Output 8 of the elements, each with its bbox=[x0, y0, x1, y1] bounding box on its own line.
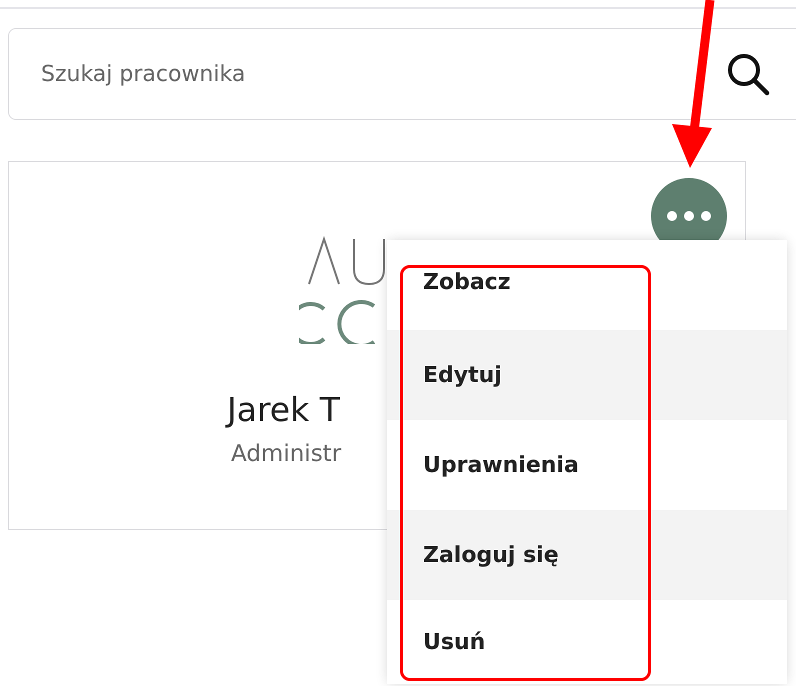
menu-item[interactable]: Edytuj bbox=[387, 330, 787, 420]
employee-role: Administr bbox=[230, 441, 342, 467]
search-icon[interactable] bbox=[725, 51, 771, 97]
menu-item[interactable]: Zaloguj się bbox=[387, 510, 787, 600]
menu-item[interactable]: Zobacz bbox=[387, 240, 787, 330]
employee-name: Jarek T bbox=[227, 390, 341, 429]
menu-item[interactable]: Usuń bbox=[387, 600, 787, 684]
menu-item[interactable]: Uprawnienia bbox=[387, 420, 787, 510]
